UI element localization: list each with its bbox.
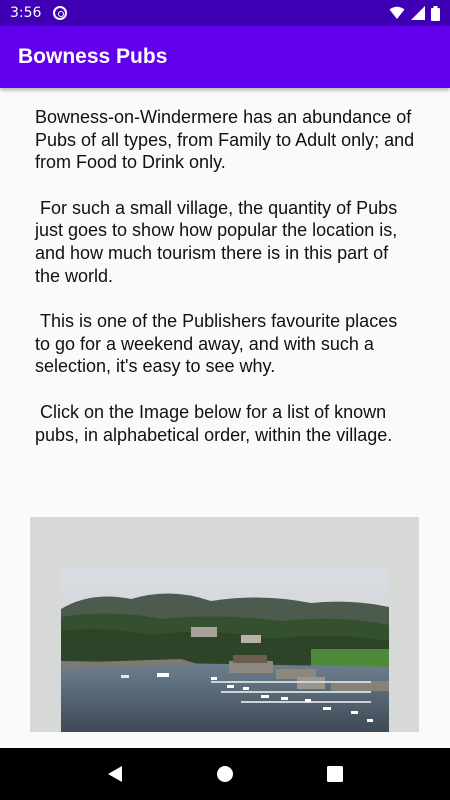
notification-icon <box>53 6 68 20</box>
recents-icon <box>327 766 343 782</box>
status-icons <box>389 5 440 21</box>
home-icon <box>217 766 233 782</box>
bowness-photo[interactable] <box>61 569 389 732</box>
main-content[interactable]: Bowness-on-Windermere has an abundance o… <box>0 88 450 748</box>
wifi-icon <box>389 6 405 19</box>
home-button[interactable] <box>205 754 245 794</box>
battery-icon <box>431 5 440 21</box>
back-icon <box>108 766 122 782</box>
app-title: Bowness Pubs <box>18 45 168 68</box>
back-button[interactable] <box>95 754 135 794</box>
status-time: 3:56 <box>10 5 42 21</box>
status-bar: 3:56 <box>0 0 450 26</box>
pubs-image-button[interactable] <box>30 517 419 732</box>
cell-signal-icon <box>411 6 425 20</box>
recents-button[interactable] <box>315 754 355 794</box>
app-bar: Bowness Pubs <box>0 26 450 88</box>
navigation-bar <box>0 748 450 800</box>
intro-paragraph: Bowness-on-Windermere has an abundance o… <box>35 107 420 173</box>
favourite-paragraph: This is one of the Publishers favourite … <box>35 311 403 377</box>
instruction-paragraph: Click on the Image below for a list of k… <box>35 401 393 445</box>
popularity-paragraph: For such a small village, the quantity o… <box>35 197 403 286</box>
